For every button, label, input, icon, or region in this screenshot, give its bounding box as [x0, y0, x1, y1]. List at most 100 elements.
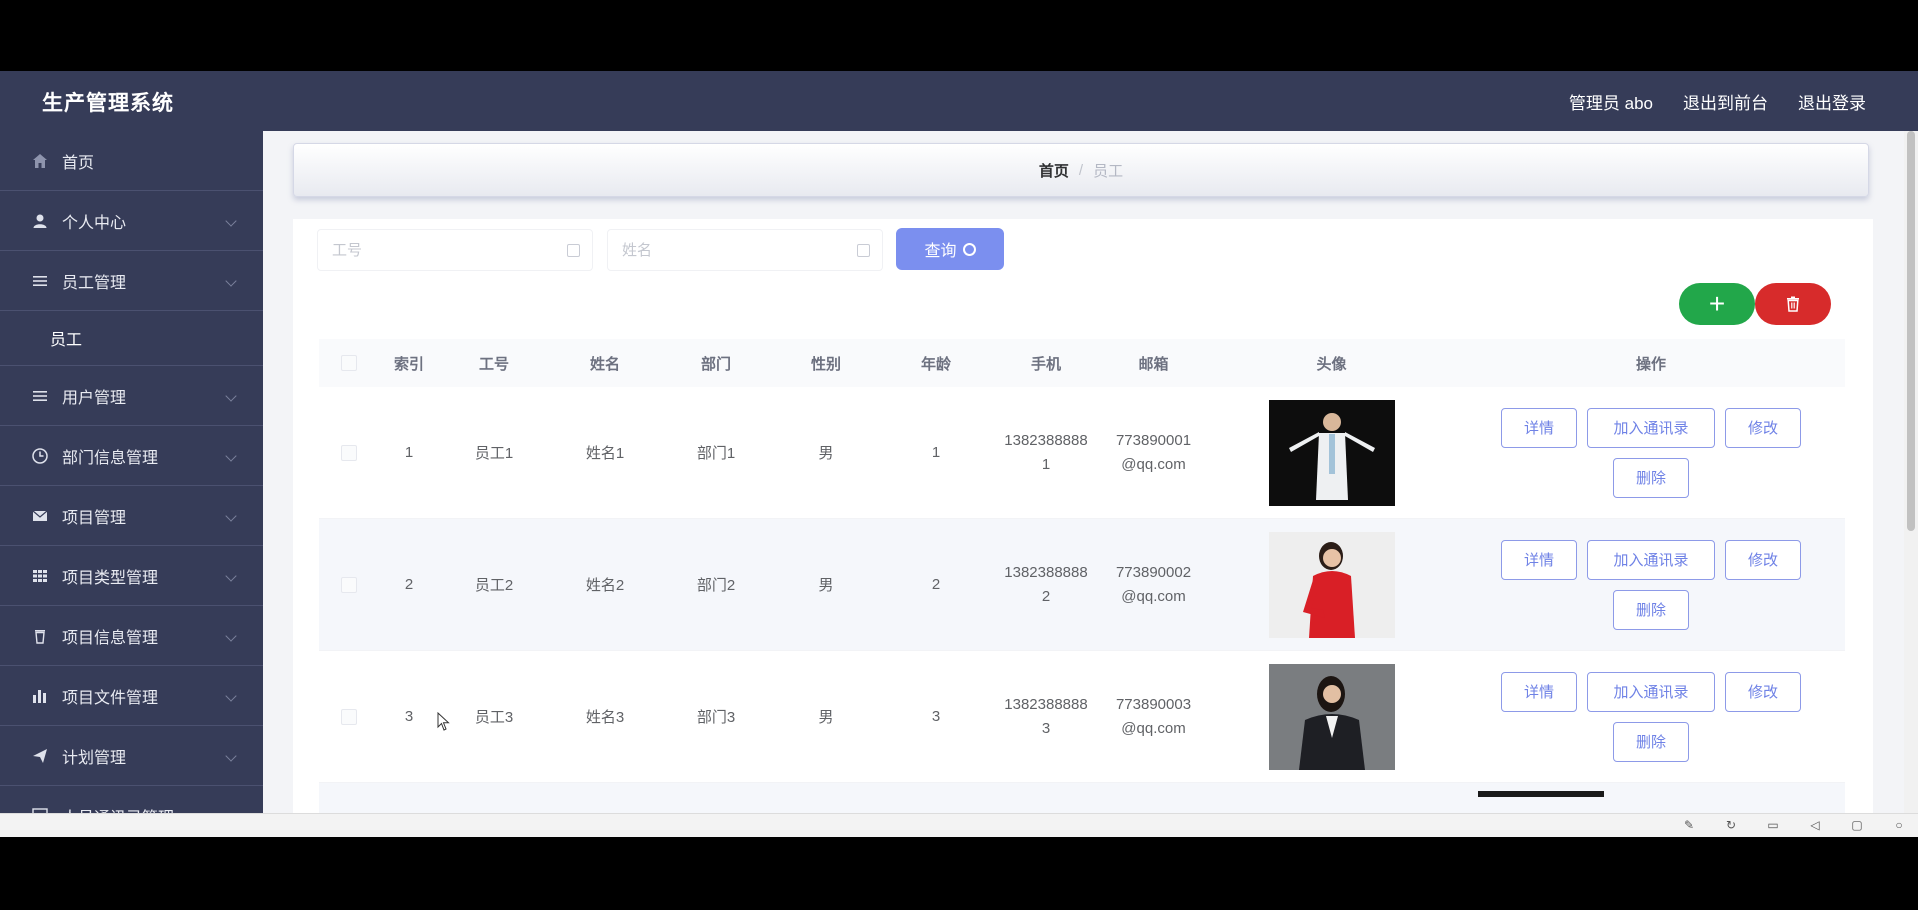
trash-icon [1787, 296, 1799, 312]
window-icon[interactable]: ▢ [1850, 818, 1864, 832]
sidebar-item-project-files[interactable]: 项目文件管理 [0, 666, 263, 726]
row-select-cell [319, 783, 379, 813]
browser-viewport: 生产管理系统 管理员 abo 退出到前台 退出登录 首页 个人中心 员工管理 员… [0, 71, 1918, 813]
search-button[interactable]: 查询 [896, 228, 1004, 270]
cell-email: 773890002@qq.com [1101, 519, 1206, 650]
delete-button[interactable]: 删除 [1613, 721, 1689, 762]
pin-icon[interactable]: ✎ [1682, 818, 1696, 832]
sidebar-item-project-info[interactable]: 项目信息管理 [0, 606, 263, 666]
plus-icon: + [1708, 288, 1726, 319]
table-header: 索引 工号 姓名 部门 性别 年龄 手机 邮箱 头像 操作 [319, 339, 1845, 387]
sidebar-item-plan-management[interactable]: 计划管理 [0, 726, 263, 786]
sidebar-item-project-management[interactable]: 项目管理 [0, 486, 263, 546]
list-icon [30, 271, 50, 291]
sidebar-item-department-info[interactable]: 部门信息管理 [0, 426, 263, 486]
search-icon[interactable]: ○ [1892, 818, 1906, 832]
cell-employee-no: 员工3 [474, 709, 514, 726]
row-checkbox[interactable] [341, 576, 357, 593]
email-text: 773890001@qq.com [1115, 431, 1192, 473]
edit-button[interactable]: 修改 [1725, 407, 1801, 448]
header-email: 邮箱 [1138, 355, 1169, 373]
cell-index: 3 [404, 708, 414, 725]
volume-icon[interactable]: ◁ [1808, 818, 1822, 832]
sidebar-item-project-type[interactable]: 项目类型管理 [0, 546, 263, 606]
detail-button[interactable]: 详情 [1501, 671, 1577, 712]
detail-button[interactable]: 详情 [1501, 407, 1577, 448]
cell-phone: 13823888881 [991, 387, 1101, 518]
name-input[interactable] [608, 230, 838, 270]
delete-button[interactable]: 删除 [1613, 589, 1689, 630]
row-checkbox[interactable] [341, 708, 357, 725]
add-to-contacts-button[interactable]: 加入通讯录 [1587, 539, 1715, 580]
cell-phone: 13823888882 [991, 519, 1101, 650]
cell-gender: 男 [818, 577, 834, 594]
row-select-cell [319, 519, 379, 650]
table-row: 2 员工2 姓名2 部门2 男 2 13823888882 773890002@… [319, 519, 1845, 651]
breadcrumb-home[interactable]: 首页 [1039, 160, 1069, 181]
sidebar-item-home[interactable]: 首页 [0, 131, 263, 191]
mail-icon [30, 506, 50, 526]
cell-gender: 男 [818, 709, 834, 726]
row-select-cell [319, 651, 379, 782]
detail-button[interactable]: 详情 [1501, 539, 1577, 580]
main-content: 首页 / 员工 查询 + [263, 131, 1918, 813]
sidebar-subitem-employee[interactable]: 员工 [0, 311, 263, 366]
chevron-down-icon [225, 570, 237, 582]
avatar [1268, 531, 1395, 638]
page-scrollbar[interactable] [1904, 131, 1918, 813]
row-checkbox[interactable] [341, 444, 357, 461]
edit-button[interactable]: 修改 [1725, 539, 1801, 580]
employee-no-input[interactable] [318, 230, 548, 270]
chevron-down-icon [225, 450, 237, 462]
cell-phone: 13823888883 [991, 651, 1101, 782]
header-index: 索引 [393, 355, 424, 373]
sidebar-item-label: 个人中心 [62, 214, 127, 232]
cell-index: 2 [404, 576, 414, 593]
add-button[interactable]: + [1679, 283, 1755, 325]
cell-age: 2 [931, 576, 941, 593]
header-gender: 性别 [810, 355, 841, 373]
sidebar-item-employee-management[interactable]: 员工管理 [0, 251, 263, 311]
contacts-icon [30, 806, 50, 813]
add-to-contacts-button[interactable]: 加入通讯录 [1587, 407, 1715, 448]
exit-to-frontend-link[interactable]: 退出到前台 [1683, 89, 1768, 114]
sidebar-item-label: 部门信息管理 [62, 449, 159, 467]
edit-button[interactable]: 修改 [1725, 671, 1801, 712]
scrollbar-thumb[interactable] [1907, 131, 1915, 531]
trash-icon[interactable]: ▭ [1766, 818, 1780, 832]
list-panel: 查询 + 索引 工号 姓名 部门 性别 年龄 手机 邮箱 [293, 219, 1873, 813]
phone-text: 13823888882 [1004, 563, 1088, 605]
chevron-down-icon [225, 630, 237, 642]
sidebar-item-label: 项目信息管理 [62, 629, 159, 647]
admin-user-link[interactable]: 管理员 abo [1569, 89, 1653, 114]
send-icon [30, 746, 50, 766]
header-actions: 操作 [1635, 355, 1666, 373]
sidebar-item-label: 首页 [62, 154, 95, 172]
cell-employee-no: 员工1 [474, 445, 514, 462]
batch-delete-button[interactable] [1755, 283, 1831, 325]
phone-text: 13823888881 [1004, 431, 1088, 473]
chevron-down-icon [225, 215, 237, 227]
cell-index: 1 [404, 444, 414, 461]
row-spacer [379, 783, 1415, 813]
sidebar-item-contacts-management[interactable]: 人员通讯录管理 [0, 786, 263, 813]
avatar [1268, 399, 1395, 506]
delete-button[interactable]: 删除 [1613, 457, 1689, 498]
cell-name: 姓名3 [585, 709, 625, 726]
breadcrumb: 首页 / 员工 [293, 143, 1869, 197]
player-status-bar: ✎ ↻ ▭ ◁ ▢ ○ [0, 813, 1918, 837]
home-icon [30, 151, 50, 171]
cell-avatar [1415, 783, 1666, 813]
logout-link[interactable]: 退出登录 [1798, 89, 1866, 114]
sidebar-item-personal-center[interactable]: 个人中心 [0, 191, 263, 251]
select-all-checkbox[interactable] [341, 355, 357, 371]
employee-no-search [317, 229, 593, 271]
row-select-cell [319, 387, 379, 518]
breadcrumb-separator: / [1078, 161, 1084, 179]
grid-icon [30, 566, 50, 586]
rotate-icon[interactable]: ↻ [1724, 818, 1738, 832]
sidebar-item-user-management[interactable]: 用户管理 [0, 366, 263, 426]
add-to-contacts-button[interactable]: 加入通讯录 [1587, 671, 1715, 712]
cell-avatar [1206, 387, 1457, 518]
avatar [1477, 791, 1604, 797]
